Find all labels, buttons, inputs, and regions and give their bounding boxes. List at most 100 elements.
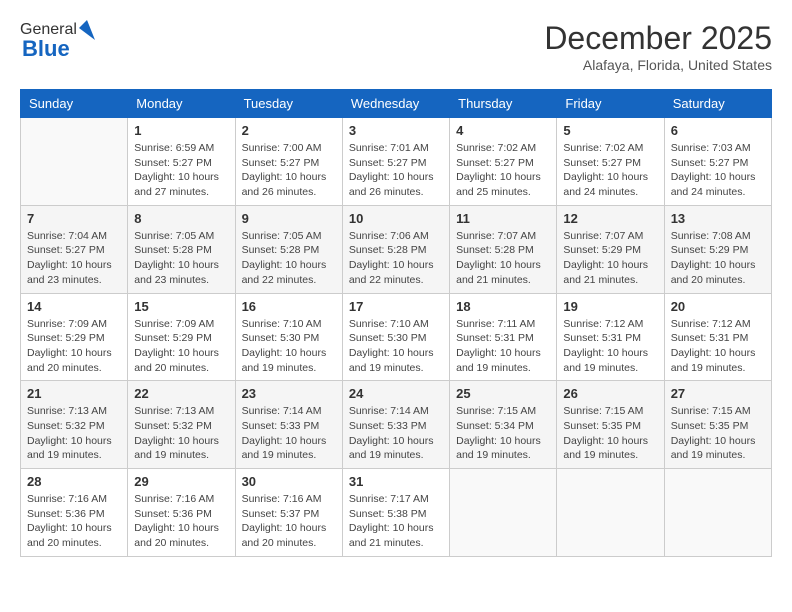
day-info: Sunrise: 7:13 AMSunset: 5:32 PMDaylight:… — [134, 404, 228, 463]
day-number: 21 — [27, 386, 121, 401]
day-number: 26 — [563, 386, 657, 401]
calendar-cell — [664, 469, 771, 557]
day-info: Sunrise: 7:06 AMSunset: 5:28 PMDaylight:… — [349, 229, 443, 288]
column-header-monday: Monday — [128, 90, 235, 118]
day-number: 22 — [134, 386, 228, 401]
column-header-tuesday: Tuesday — [235, 90, 342, 118]
day-info: Sunrise: 7:15 AMSunset: 5:35 PMDaylight:… — [671, 404, 765, 463]
day-number: 6 — [671, 123, 765, 138]
day-number: 4 — [456, 123, 550, 138]
day-number: 17 — [349, 299, 443, 314]
column-header-wednesday: Wednesday — [342, 90, 449, 118]
column-header-saturday: Saturday — [664, 90, 771, 118]
day-number: 8 — [134, 211, 228, 226]
calendar-cell: 25 Sunrise: 7:15 AMSunset: 5:34 PMDayligh… — [450, 381, 557, 469]
calendar-cell: 30 Sunrise: 7:16 AMSunset: 5:37 PMDayligh… — [235, 469, 342, 557]
day-info: Sunrise: 7:14 AMSunset: 5:33 PMDaylight:… — [242, 404, 336, 463]
day-number: 13 — [671, 211, 765, 226]
calendar-cell: 3 Sunrise: 7:01 AMSunset: 5:27 PMDaylight… — [342, 118, 449, 206]
title-section: December 2025 Alafaya, Florida, United S… — [544, 20, 772, 73]
logo-bird-icon — [79, 20, 95, 40]
day-info: Sunrise: 7:15 AMSunset: 5:34 PMDaylight:… — [456, 404, 550, 463]
column-header-friday: Friday — [557, 90, 664, 118]
day-info: Sunrise: 7:00 AMSunset: 5:27 PMDaylight:… — [242, 141, 336, 200]
calendar-cell: 2 Sunrise: 7:00 AMSunset: 5:27 PMDaylight… — [235, 118, 342, 206]
calendar-cell: 9 Sunrise: 7:05 AMSunset: 5:28 PMDaylight… — [235, 205, 342, 293]
day-number: 24 — [349, 386, 443, 401]
calendar-cell: 8 Sunrise: 7:05 AMSunset: 5:28 PMDaylight… — [128, 205, 235, 293]
day-info: Sunrise: 7:12 AMSunset: 5:31 PMDaylight:… — [671, 317, 765, 376]
day-info: Sunrise: 7:05 AMSunset: 5:28 PMDaylight:… — [134, 229, 228, 288]
calendar-cell: 17Sunrise: 7:10 AMSunset: 5:30 PMDayligh… — [342, 293, 449, 381]
day-number: 25 — [456, 386, 550, 401]
calendar-week-row: 21 Sunrise: 7:13 AMSunset: 5:32 PMDayligh… — [21, 381, 772, 469]
day-info: Sunrise: 6:59 AMSunset: 5:27 PMDaylight:… — [134, 141, 228, 200]
calendar-cell — [450, 469, 557, 557]
day-info: Sunrise: 7:05 AMSunset: 5:28 PMDaylight:… — [242, 229, 336, 288]
calendar-cell: 26 Sunrise: 7:15 AMSunset: 5:35 PMDayligh… — [557, 381, 664, 469]
day-number: 31 — [349, 474, 443, 489]
calendar-cell: 21 Sunrise: 7:13 AMSunset: 5:32 PMDayligh… — [21, 381, 128, 469]
day-info: Sunrise: 7:01 AMSunset: 5:27 PMDaylight:… — [349, 141, 443, 200]
day-info: Sunrise: 7:10 AMSunset: 5:30 PMDaylight:… — [242, 317, 336, 376]
day-number: 1 — [134, 123, 228, 138]
day-info: Sunrise: 7:08 AMSunset: 5:29 PMDaylight:… — [671, 229, 765, 288]
calendar-cell: 14Sunrise: 7:09 AMSunset: 5:29 PMDayligh… — [21, 293, 128, 381]
calendar-cell: 16 Sunrise: 7:10 AMSunset: 5:30 PMDayligh… — [235, 293, 342, 381]
day-number: 9 — [242, 211, 336, 226]
day-number: 30 — [242, 474, 336, 489]
day-number: 12 — [563, 211, 657, 226]
calendar-cell: 13 Sunrise: 7:08 AMSunset: 5:29 PMDayligh… — [664, 205, 771, 293]
day-info: Sunrise: 7:13 AMSunset: 5:32 PMDaylight:… — [27, 404, 121, 463]
day-number: 16 — [242, 299, 336, 314]
calendar-cell: 24 Sunrise: 7:14 AMSunset: 5:33 PMDayligh… — [342, 381, 449, 469]
day-info: Sunrise: 7:02 AMSunset: 5:27 PMDaylight:… — [456, 141, 550, 200]
calendar-cell — [557, 469, 664, 557]
page-header: General Blue December 2025 Alafaya, Flor… — [20, 20, 772, 73]
day-info: Sunrise: 7:04 AMSunset: 5:27 PMDaylight:… — [27, 229, 121, 288]
day-info: Sunrise: 7:02 AMSunset: 5:27 PMDaylight:… — [563, 141, 657, 200]
calendar-cell: 15Sunrise: 7:09 AMSunset: 5:29 PMDayligh… — [128, 293, 235, 381]
calendar-cell: 12Sunrise: 7:07 AMSunset: 5:29 PMDayligh… — [557, 205, 664, 293]
calendar-cell: 7 Sunrise: 7:04 AMSunset: 5:27 PMDaylight… — [21, 205, 128, 293]
day-number: 15 — [134, 299, 228, 314]
day-number: 27 — [671, 386, 765, 401]
day-number: 7 — [27, 211, 121, 226]
month-title: December 2025 — [544, 20, 772, 57]
day-number: 19 — [563, 299, 657, 314]
day-number: 18 — [456, 299, 550, 314]
calendar-week-row: 28 Sunrise: 7:16 AMSunset: 5:36 PMDayligh… — [21, 469, 772, 557]
day-number: 14 — [27, 299, 121, 314]
day-number: 20 — [671, 299, 765, 314]
day-number: 10 — [349, 211, 443, 226]
column-header-thursday: Thursday — [450, 90, 557, 118]
day-info: Sunrise: 7:14 AMSunset: 5:33 PMDaylight:… — [349, 404, 443, 463]
calendar-week-row: 7 Sunrise: 7:04 AMSunset: 5:27 PMDaylight… — [21, 205, 772, 293]
calendar-cell: 10 Sunrise: 7:06 AMSunset: 5:28 PMDayligh… — [342, 205, 449, 293]
calendar-cell: 31Sunrise: 7:17 AMSunset: 5:38 PMDayligh… — [342, 469, 449, 557]
calendar-header-row: SundayMondayTuesdayWednesdayThursdayFrid… — [21, 90, 772, 118]
day-info: Sunrise: 7:11 AMSunset: 5:31 PMDaylight:… — [456, 317, 550, 376]
logo: General Blue — [20, 20, 95, 62]
day-number: 2 — [242, 123, 336, 138]
calendar-week-row: 1 Sunrise: 6:59 AMSunset: 5:27 PMDaylight… — [21, 118, 772, 206]
calendar-cell: 27 Sunrise: 7:15 AMSunset: 5:35 PMDayligh… — [664, 381, 771, 469]
day-number: 28 — [27, 474, 121, 489]
calendar-table: SundayMondayTuesdayWednesdayThursdayFrid… — [20, 89, 772, 557]
calendar-cell: 23 Sunrise: 7:14 AMSunset: 5:33 PMDayligh… — [235, 381, 342, 469]
day-number: 23 — [242, 386, 336, 401]
calendar-cell: 29Sunrise: 7:16 AMSunset: 5:36 PMDayligh… — [128, 469, 235, 557]
calendar-cell: 18 Sunrise: 7:11 AMSunset: 5:31 PMDayligh… — [450, 293, 557, 381]
day-number: 3 — [349, 123, 443, 138]
day-number: 5 — [563, 123, 657, 138]
calendar-cell: 28Sunrise: 7:16 AMSunset: 5:36 PMDayligh… — [21, 469, 128, 557]
calendar-cell: 19 Sunrise: 7:12 AMSunset: 5:31 PMDayligh… — [557, 293, 664, 381]
day-info: Sunrise: 7:12 AMSunset: 5:31 PMDaylight:… — [563, 317, 657, 376]
column-header-sunday: Sunday — [21, 90, 128, 118]
day-info: Sunrise: 7:16 AMSunset: 5:37 PMDaylight:… — [242, 492, 336, 551]
calendar-cell: 11Sunrise: 7:07 AMSunset: 5:28 PMDayligh… — [450, 205, 557, 293]
logo-blue-text: Blue — [22, 36, 70, 62]
day-info: Sunrise: 7:15 AMSunset: 5:35 PMDaylight:… — [563, 404, 657, 463]
day-info: Sunrise: 7:16 AMSunset: 5:36 PMDaylight:… — [134, 492, 228, 551]
calendar-cell: 1 Sunrise: 6:59 AMSunset: 5:27 PMDaylight… — [128, 118, 235, 206]
